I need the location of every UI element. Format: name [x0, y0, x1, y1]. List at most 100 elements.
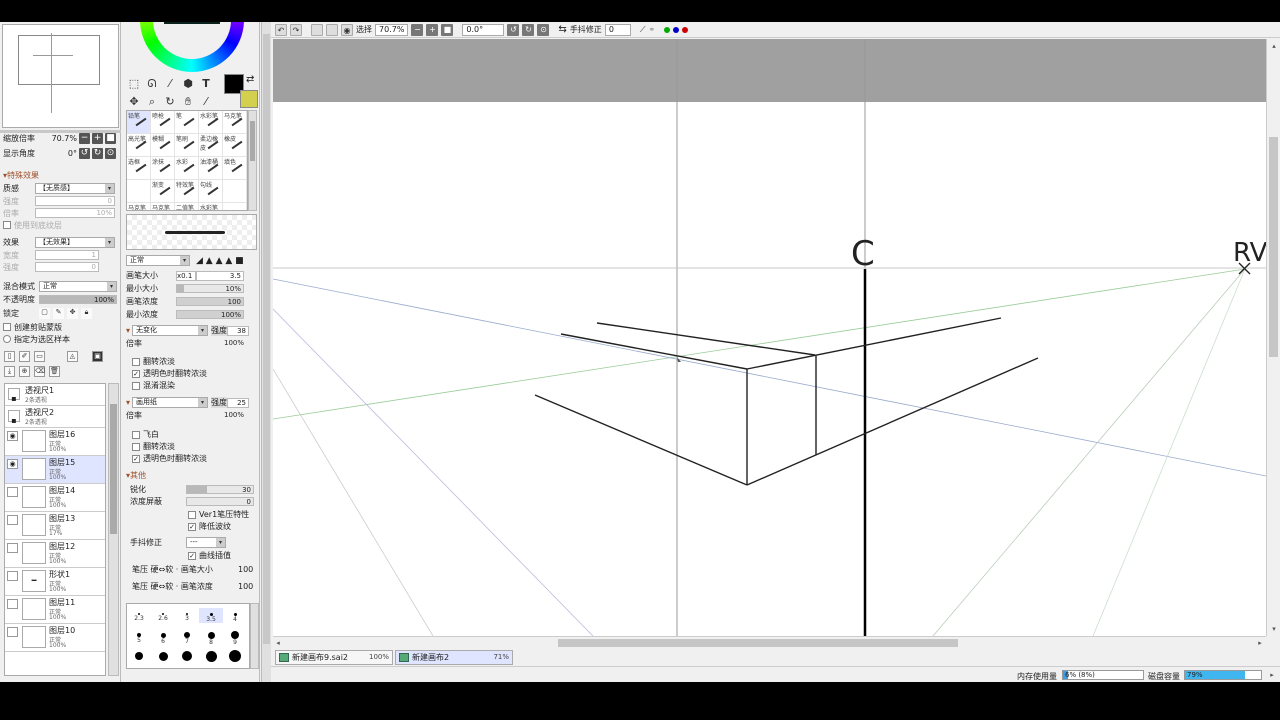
color-wheel[interactable]: [140, 22, 244, 72]
curve-row[interactable]: ✓ 曲线插值: [188, 550, 231, 561]
visibility-eye-icon[interactable]: ◉: [7, 431, 18, 441]
brush-size-option[interactable]: 7: [175, 629, 199, 645]
brush-slot[interactable]: 水彩: [175, 157, 199, 180]
brush-blend-dropdown[interactable]: 正常 ▾: [126, 255, 190, 266]
new-pen-layer-icon[interactable]: ✐: [19, 351, 30, 362]
toolbar-angle-field[interactable]: 0.0°: [462, 23, 505, 36]
lock-all-icon[interactable]: 🔒︎: [81, 307, 92, 319]
brush-size-scrollbar[interactable]: [250, 603, 259, 669]
zoom-out-button[interactable]: −: [79, 132, 90, 144]
brush-size-option[interactable]: [175, 650, 199, 661]
doc-tab-active[interactable]: 新建画布2 71%: [395, 650, 513, 665]
brush-size-option[interactable]: 5: [127, 629, 151, 644]
navigator-preview[interactable]: [2, 24, 119, 128]
shape-mag-value[interactable]: 100%: [156, 339, 246, 349]
new-shape-layer-icon[interactable]: ◬: [67, 351, 78, 362]
deselect-icon[interactable]: [311, 23, 323, 36]
layers-scroll-thumb[interactable]: [110, 404, 117, 534]
brush-grid-scroll-thumb[interactable]: [250, 121, 255, 161]
scroll-up-icon[interactable]: ▴: [1269, 41, 1279, 51]
apply-texture-row[interactable]: 使用到底纹层: [3, 219, 62, 231]
flip-horizontal-icon[interactable]: ⇆: [558, 24, 566, 35]
layer-row[interactable]: ◉ 图层15 正常 100%: [5, 456, 105, 484]
zoom-in-button[interactable]: +: [92, 132, 103, 144]
redo-icon[interactable]: ↷: [290, 23, 302, 36]
texture-dropdown[interactable]: 【无质感】 ▾: [35, 182, 115, 194]
shape-strength-value[interactable]: 38: [227, 325, 250, 336]
brush-slot[interactable]: 铅笔: [127, 111, 151, 134]
hand-icon[interactable]: ✋︎: [180, 94, 196, 110]
canvas-vertical-scrollbar[interactable]: ▴ ▾: [1266, 39, 1280, 636]
visibility-eye-icon[interactable]: [7, 571, 18, 581]
brush-slot[interactable]: 马克笔: [127, 203, 151, 210]
layer-row[interactable]: 图层14 正常 100%: [5, 484, 105, 512]
clear-layer-icon[interactable]: ⌫: [34, 366, 45, 377]
brush-slot[interactable]: 水彩笔: [199, 203, 223, 210]
brush-size-multiplier[interactable]: x0.1: [176, 270, 196, 281]
visibility-eye-icon[interactable]: [7, 627, 18, 637]
brush-size-option[interactable]: 3.5: [199, 608, 223, 623]
canvas-horizontal-scrollbar[interactable]: ◂ ▸: [273, 636, 1266, 648]
lock-transparency-icon[interactable]: ▢: [39, 307, 50, 319]
zoom-icon[interactable]: ⌕: [144, 94, 160, 110]
canvas-area[interactable]: C RV: [273, 39, 1266, 636]
link-icon[interactable]: ⚭: [648, 25, 655, 34]
navigator-viewport[interactable]: [18, 35, 100, 85]
brush-size-option[interactable]: 2.6: [151, 608, 175, 622]
flip-row[interactable]: 翻转浓淡: [132, 441, 175, 452]
effects-header[interactable]: ▾ 特殊效果: [3, 169, 39, 181]
brush-slot[interactable]: 选框: [127, 157, 151, 180]
brush-slot[interactable]: 马克笔: [223, 111, 247, 134]
layer-row[interactable]: 图层11 正常 100%: [5, 596, 105, 624]
merge-down-icon[interactable]: ⊕: [19, 366, 30, 377]
other-header[interactable]: ▾ 其他: [126, 470, 146, 481]
stabilizer-field[interactable]: 0: [604, 23, 631, 36]
density-slider[interactable]: 100: [176, 297, 244, 306]
effect-strength-value[interactable]: 0: [35, 262, 99, 272]
panel-scroll-thumb[interactable]: [263, 34, 270, 644]
brush-slot[interactable]: 油漆桶: [199, 157, 223, 180]
panel-scrollbar[interactable]: [261, 22, 271, 682]
move-icon[interactable]: ✥: [126, 94, 142, 110]
red-dot-icon[interactable]: [682, 26, 689, 33]
ver1-row[interactable]: Ver1笔压特性: [188, 509, 249, 520]
apply-texture-checkbox[interactable]: [3, 221, 11, 229]
brush-size-option[interactable]: [127, 650, 151, 660]
straight-line-icon[interactable]: ⟋: [640, 25, 646, 35]
brush-grid[interactable]: 铅笔 喷枪笔水彩笔 马克笔 高光笔 模糊 笔刷 柔边橡皮 橡皮 选框 涂抹 水彩 油漆桶 填色 渐变 特效笔…: [126, 110, 248, 211]
selection-source-radio[interactable]: [3, 335, 11, 343]
rotate-icon[interactable]: ↻: [162, 94, 178, 110]
visibility-eye-icon[interactable]: [7, 599, 18, 609]
brush-slot[interactable]: 高光笔: [127, 134, 151, 157]
ps2-row[interactable]: 笔压 硬⇔软 · 画笔浓度 100: [132, 581, 254, 592]
rotate-right-button[interactable]: ↻: [92, 147, 103, 159]
toolbar-zoom-in-button[interactable]: +: [426, 23, 439, 36]
rect-select-icon[interactable]: ⬚: [126, 76, 142, 92]
toolbar-rotate-reset-button[interactable]: ⊙: [537, 23, 550, 36]
text-tool-icon[interactable]: T: [198, 76, 214, 92]
undo-icon[interactable]: ↶: [275, 23, 287, 36]
layer-row[interactable]: 图层10 正常 100%: [5, 624, 105, 652]
brush-slot[interactable]: 笔刷: [175, 134, 199, 157]
opacity-slider[interactable]: 100%: [39, 294, 117, 304]
tex-strength-value[interactable]: 0: [35, 196, 115, 206]
blend-mix-checkbox[interactable]: [132, 381, 140, 390]
brush-slot[interactable]: 二值笔: [175, 203, 199, 210]
brush-size-option[interactable]: [151, 650, 175, 661]
ruler-layer-row[interactable]: ▪ 透视尺2 2条透视: [5, 406, 105, 428]
clip-row[interactable]: 创建剪贴蒙版: [3, 321, 62, 333]
rotate-left-button[interactable]: ↺: [79, 147, 90, 159]
brush-slot[interactable]: 柔边橡皮: [199, 134, 223, 157]
brush-slot[interactable]: 水彩笔: [199, 111, 223, 134]
visibility-eye-icon[interactable]: [7, 515, 18, 525]
invert-tex-checkbox[interactable]: ✓: [132, 369, 140, 378]
canvas-drawing[interactable]: C RV: [273, 39, 1266, 636]
new-layer-icon[interactable]: ▯: [4, 351, 15, 362]
blend-mix-row[interactable]: 混淆混染: [132, 380, 175, 391]
brush-size-option[interactable]: 9: [223, 629, 247, 646]
layer-row[interactable]: 图层12 正常 100%: [5, 540, 105, 568]
brush-size-option[interactable]: 3: [175, 608, 199, 622]
lowres-checkbox[interactable]: ✓: [188, 522, 196, 531]
flyhigh-checkbox[interactable]: [132, 430, 140, 439]
saturation-value-square[interactable]: [164, 22, 220, 24]
